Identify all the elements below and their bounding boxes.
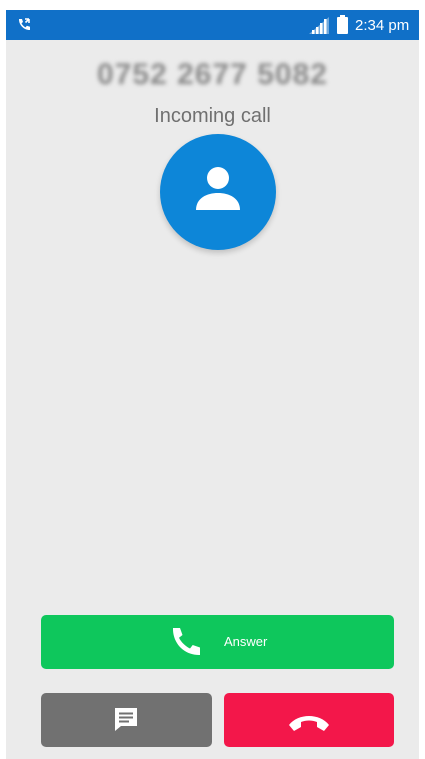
call-state-label: Incoming call xyxy=(154,105,271,127)
incoming-call-screen: 2:34 pm 0752 2677 5082 Incoming call Ans… xyxy=(6,10,419,759)
decline-button[interactable] xyxy=(224,693,394,747)
person-icon xyxy=(196,167,240,210)
caller-number: 0752 2677 5082 xyxy=(97,58,328,91)
answer-button[interactable]: Answer xyxy=(41,615,394,669)
incoming-call-icon xyxy=(18,18,30,31)
message-button[interactable] xyxy=(41,693,212,747)
answer-label: Answer xyxy=(224,634,268,649)
battery-icon xyxy=(337,15,348,34)
status-bar: 2:34 pm xyxy=(6,10,419,40)
signal-icon xyxy=(309,17,329,34)
caller-avatar xyxy=(160,134,276,250)
hang-up-icon xyxy=(289,716,329,731)
status-time: 2:34 pm xyxy=(355,17,410,34)
phone-icon xyxy=(172,628,200,656)
message-icon xyxy=(115,708,137,731)
